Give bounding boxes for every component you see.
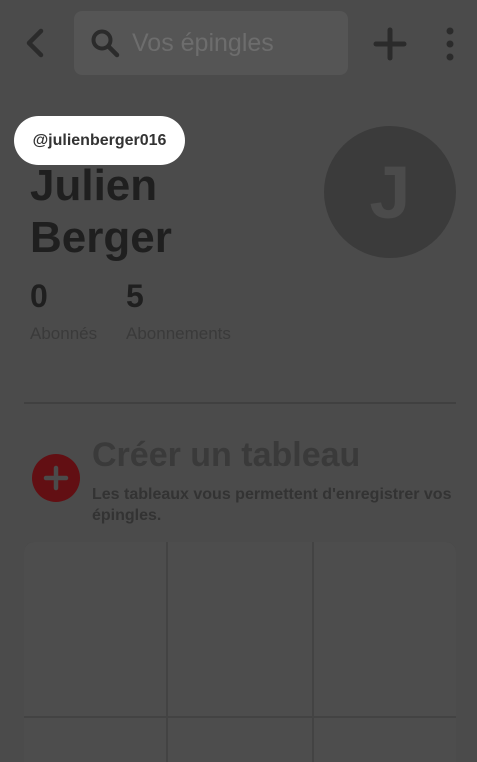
profile-name: Julien Berger	[30, 160, 172, 264]
profile-screen: Vos épingles @julienberger016 Julien Ber…	[0, 0, 477, 762]
avatar-initial: J	[369, 150, 411, 234]
plus-icon	[373, 27, 407, 61]
board-placeholder-grid[interactable]	[24, 542, 456, 762]
add-button[interactable]	[372, 26, 408, 62]
search-icon	[91, 29, 120, 58]
followers-label: Abonnés	[30, 324, 98, 343]
board-placeholder-cell	[168, 542, 312, 716]
back-arrow-icon	[26, 28, 44, 58]
board-placeholder-cell	[24, 718, 166, 762]
more-vertical-icon	[446, 27, 454, 61]
profile-name-last: Berger	[30, 213, 172, 262]
board-placeholder-cell	[168, 718, 312, 762]
board-placeholder-cell	[314, 542, 456, 716]
board-placeholder-cell	[24, 542, 166, 716]
more-options-button[interactable]	[440, 26, 460, 62]
divider	[24, 402, 456, 404]
profile-name-first: Julien	[30, 161, 158, 210]
following-count: 5	[126, 278, 144, 314]
avatar[interactable]: J	[324, 126, 456, 258]
plus-icon	[43, 465, 69, 491]
search-placeholder: Vos épingles	[132, 28, 274, 57]
create-board-description: Les tableaux vous permettent d'enregistr…	[92, 486, 452, 524]
create-board-title: Créer un tableau	[92, 436, 361, 474]
username-badge[interactable]: @julienberger016	[14, 116, 185, 165]
search-input[interactable]: Vos épingles	[74, 11, 348, 75]
following-stat[interactable]: 5 Abonnements	[126, 276, 231, 344]
followers-count: 0	[30, 278, 48, 314]
followers-stat[interactable]: 0 Abonnés	[30, 276, 97, 344]
board-placeholder-cell	[314, 718, 456, 762]
following-label: Abonnements	[126, 324, 231, 343]
create-board-button[interactable]	[32, 454, 80, 502]
back-button[interactable]	[18, 24, 52, 62]
